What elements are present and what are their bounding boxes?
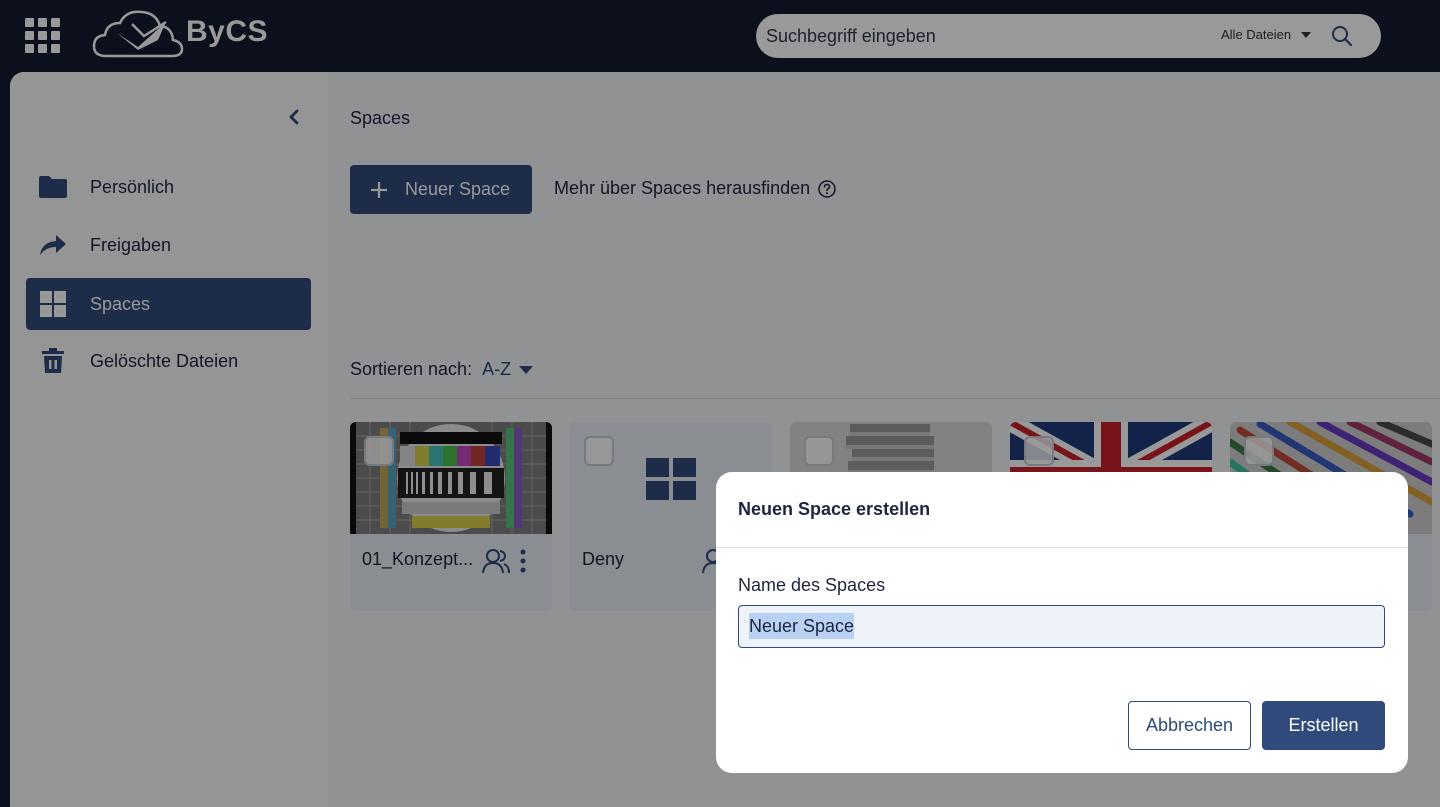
create-button[interactable]: Erstellen (1262, 701, 1385, 750)
space-name-input[interactable] (738, 605, 1385, 648)
create-space-dialog: Neuen Space erstellen Name des Spaces Ne… (716, 472, 1408, 773)
divider (716, 547, 1408, 548)
cancel-button[interactable]: Abbrechen (1128, 701, 1251, 750)
space-name-label: Name des Spaces (738, 575, 886, 595)
dialog-title: Neuen Space erstellen (738, 499, 931, 519)
